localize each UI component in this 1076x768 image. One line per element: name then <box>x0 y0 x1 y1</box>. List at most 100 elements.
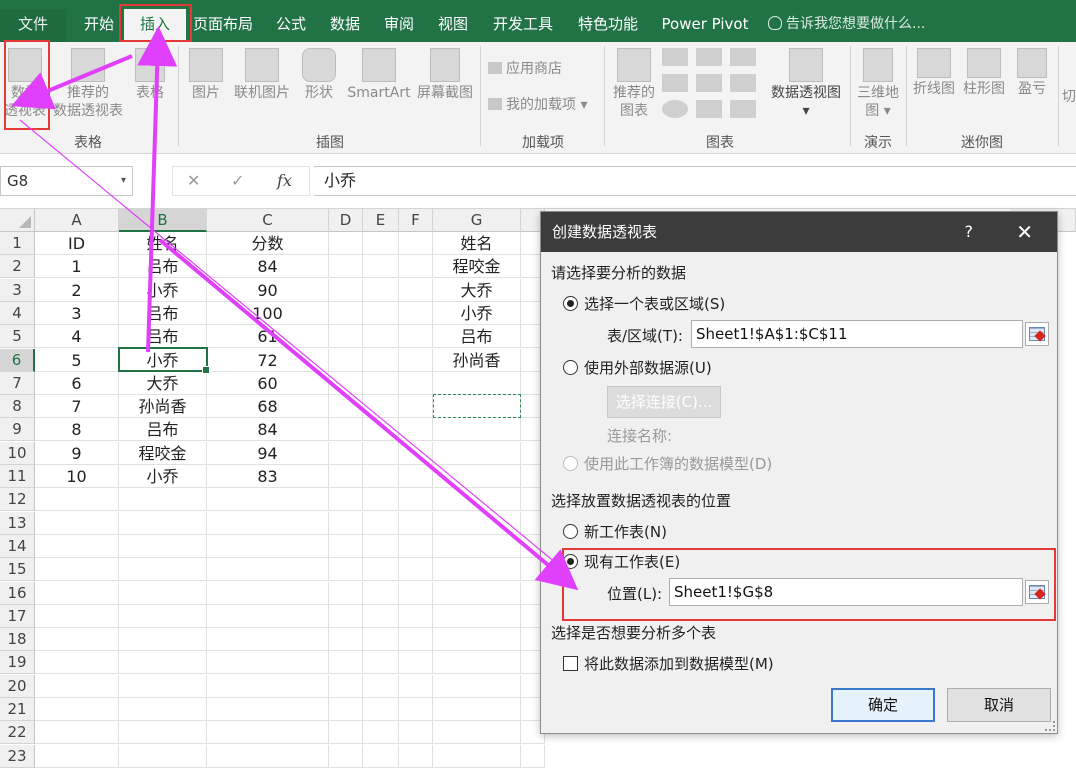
empty-cell[interactable] <box>399 581 433 605</box>
empty-cell[interactable] <box>433 534 521 558</box>
empty-cell[interactable] <box>119 674 207 698</box>
g-column-cell[interactable]: 程咬金 <box>433 255 521 279</box>
empty-cell[interactable] <box>433 511 521 535</box>
empty-cell[interactable] <box>329 628 363 652</box>
row-header[interactable]: 13 <box>0 511 35 535</box>
row-header[interactable]: 21 <box>0 698 35 721</box>
empty-cell[interactable] <box>363 255 399 279</box>
data-cell[interactable]: 4 <box>35 325 119 349</box>
empty-cell[interactable] <box>329 511 363 535</box>
empty-cell[interactable] <box>399 255 433 279</box>
row-header[interactable]: 5 <box>0 325 35 349</box>
formula-input[interactable]: 小乔 <box>314 166 1076 196</box>
data-cell[interactable]: 90 <box>207 278 329 302</box>
data-cell[interactable]: 吕布 <box>119 255 207 279</box>
empty-cell[interactable] <box>363 651 399 675</box>
tab-review[interactable]: 审阅 <box>376 9 422 42</box>
row-header[interactable]: 12 <box>0 488 35 512</box>
g-column-cell[interactable]: 吕布 <box>433 325 521 349</box>
row-header[interactable]: 18 <box>0 628 35 652</box>
empty-cell[interactable] <box>35 744 119 768</box>
smartart-button[interactable]: SmartArt <box>344 48 414 102</box>
data-cell[interactable]: 3 <box>35 301 119 325</box>
empty-cell[interactable] <box>329 488 363 512</box>
tab-page-layout[interactable]: 页面布局 <box>190 9 256 42</box>
empty-cell[interactable] <box>119 721 207 745</box>
data-cell[interactable]: 5 <box>35 348 119 372</box>
empty-cell[interactable] <box>35 534 119 558</box>
cancel-icon[interactable]: ✕ <box>187 167 200 195</box>
tab-developer[interactable]: 开发工具 <box>484 9 562 42</box>
empty-cell[interactable] <box>433 558 521 582</box>
data-cell[interactable]: 吕布 <box>119 301 207 325</box>
empty-cell[interactable] <box>363 674 399 698</box>
column-header-f[interactable]: F <box>399 209 433 232</box>
data-cell[interactable]: 2 <box>35 278 119 302</box>
data-cell[interactable]: 小乔 <box>119 465 207 488</box>
chevron-down-icon[interactable]: ▾ <box>121 167 126 195</box>
empty-cell[interactable] <box>35 604 119 628</box>
empty-cell[interactable] <box>363 581 399 605</box>
empty-cell[interactable] <box>207 511 329 535</box>
empty-cell[interactable] <box>399 511 433 535</box>
data-cell[interactable]: 61 <box>207 325 329 349</box>
data-cell[interactable]: 10 <box>35 465 119 488</box>
empty-cell[interactable] <box>363 325 399 349</box>
chart-type-gallery[interactable] <box>660 46 764 120</box>
empty-cell[interactable] <box>207 721 329 745</box>
empty-cell[interactable] <box>363 628 399 652</box>
empty-cell[interactable] <box>363 604 399 628</box>
radio-new-worksheet[interactable]: 新工作表(N) <box>563 522 667 542</box>
empty-cell[interactable] <box>119 581 207 605</box>
empty-cell[interactable] <box>399 371 433 395</box>
empty-cell[interactable] <box>329 301 363 325</box>
radio-external-source[interactable]: 使用外部数据源(U) <box>563 358 712 378</box>
empty-cell[interactable] <box>119 744 207 768</box>
3d-map-button[interactable]: 三维地 图 ▾ <box>854 48 902 120</box>
table-button[interactable]: 表格 <box>128 48 172 102</box>
empty-cell[interactable] <box>329 278 363 302</box>
empty-cell[interactable] <box>35 581 119 605</box>
empty-cell[interactable] <box>119 488 207 512</box>
row-header[interactable]: 1 <box>0 232 35 255</box>
empty-cell[interactable] <box>207 698 329 721</box>
enter-icon[interactable]: ✓ <box>231 167 244 195</box>
range-input[interactable]: Sheet1!$A$1:$C$11 <box>691 320 1023 348</box>
tab-special-features[interactable]: 特色功能 <box>570 9 646 42</box>
empty-cell[interactable] <box>329 395 363 419</box>
close-icon[interactable]: ✕ <box>1016 212 1033 252</box>
empty-cell[interactable] <box>329 441 363 465</box>
empty-cell[interactable] <box>363 721 399 745</box>
row-header[interactable]: 3 <box>0 278 35 302</box>
empty-cell[interactable] <box>119 511 207 535</box>
empty-cell[interactable] <box>35 651 119 675</box>
empty-cell[interactable] <box>363 395 399 419</box>
empty-cell[interactable] <box>35 558 119 582</box>
empty-cell[interactable] <box>363 418 399 442</box>
shapes-button[interactable]: 形状 <box>298 48 340 102</box>
empty-cell[interactable] <box>433 371 521 395</box>
column-header-c[interactable]: C <box>207 209 329 232</box>
empty-cell[interactable] <box>399 488 433 512</box>
empty-cell[interactable] <box>207 488 329 512</box>
empty-cell[interactable] <box>433 581 521 605</box>
empty-cell[interactable] <box>207 581 329 605</box>
online-pictures-button[interactable]: 联机图片 <box>230 48 294 102</box>
row-header[interactable]: 4 <box>0 301 35 325</box>
empty-cell[interactable] <box>329 721 363 745</box>
name-box[interactable]: G8 ▾ <box>0 166 133 196</box>
tab-power-pivot[interactable]: Power Pivot <box>654 9 756 42</box>
empty-cell[interactable] <box>207 604 329 628</box>
empty-cell[interactable] <box>119 534 207 558</box>
empty-cell[interactable] <box>399 721 433 745</box>
empty-cell[interactable] <box>399 744 433 768</box>
tab-data[interactable]: 数据 <box>322 9 368 42</box>
empty-cell[interactable] <box>329 674 363 698</box>
row-header[interactable]: 20 <box>0 674 35 698</box>
empty-cell[interactable] <box>363 465 399 488</box>
empty-cell[interactable] <box>35 674 119 698</box>
range-picker-button[interactable] <box>1025 322 1049 346</box>
empty-cell[interactable] <box>399 558 433 582</box>
empty-cell[interactable] <box>399 465 433 488</box>
empty-cell[interactable] <box>35 511 119 535</box>
